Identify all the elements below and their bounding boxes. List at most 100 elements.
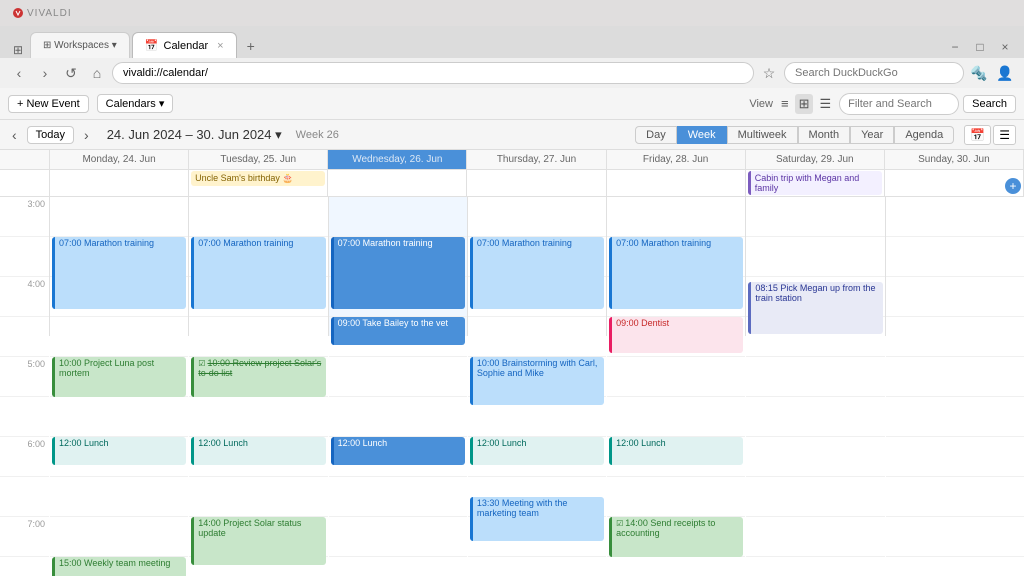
home-button[interactable]: ⌂ xyxy=(86,62,108,84)
list-icon-btn[interactable]: ☰ xyxy=(993,125,1016,145)
filter-search-input[interactable] xyxy=(839,93,959,115)
next-week-button[interactable]: › xyxy=(80,125,93,145)
allday-col-mon xyxy=(50,170,189,196)
tue-marathon-event[interactable]: 07:00 Marathon training xyxy=(191,237,325,309)
thu-marathon-event[interactable]: 07:00 Marathon training xyxy=(470,237,604,309)
browser-search-input[interactable] xyxy=(784,62,964,84)
browser-window: VIVALDI ⊞ ⊞ Workspaces ▾ 📅 Calendar × + … xyxy=(0,0,1024,576)
workspaces-label: ⊞ Workspaces ▾ xyxy=(43,40,117,51)
thu-lunch-event[interactable]: 12:00 Lunch xyxy=(470,437,604,465)
calendars-button[interactable]: Calendars ▾ xyxy=(97,94,174,113)
profile-button[interactable]: 👤 xyxy=(994,62,1016,84)
tab-icon: 📅 xyxy=(145,39,159,52)
sat-megan-event[interactable]: 08:15 Pick Megan up from the train stati… xyxy=(748,282,882,334)
day-col-wed: 07:00 Marathon training 09:00 Take Baile… xyxy=(329,197,468,336)
address-bar-row: ‹ › ↺ ⌂ ☆ 🔩 👤 xyxy=(0,58,1024,88)
calendar-nav-row: ‹ Today › 24. Jun 2024 – 30. Jun 2024 ▾ … xyxy=(0,120,1024,150)
calendar-tab[interactable]: ⊞ Workspaces ▾ xyxy=(30,32,130,58)
view-icons: ≡ ⊞ ☰ xyxy=(777,94,835,114)
allday-cols: Uncle Sam's birthday 🎂 Cabin trip with M… xyxy=(50,170,1024,196)
maximize-button[interactable]: □ xyxy=(969,36,991,58)
view-tabs: Day Week Multiweek Month Year Agenda xyxy=(635,126,954,144)
fri-marathon-event[interactable]: 07:00 Marathon training xyxy=(609,237,743,309)
week-label: Week 26 xyxy=(296,129,339,141)
week-view-tab[interactable]: Week xyxy=(677,126,727,144)
view-toggles: View ≡ ⊞ ☰ Search xyxy=(749,93,1016,115)
minimize-button[interactable]: − xyxy=(944,36,966,58)
day-header-sun: Sunday, 30. Jun xyxy=(885,150,1024,169)
back-button[interactable]: ‹ xyxy=(8,62,30,84)
year-view-tab[interactable]: Year xyxy=(850,126,894,144)
tab-title: Calendar xyxy=(164,40,209,52)
day-columns: 07:00 Marathon training 10:00 Project Lu… xyxy=(50,197,1024,336)
calendar-tab-active[interactable]: 📅 Calendar × xyxy=(132,32,237,58)
day-header-thu: Thursday, 27. Jun xyxy=(467,150,606,169)
tue-solar-event[interactable]: 14:00 Project Solar status update xyxy=(191,517,325,565)
new-event-button[interactable]: + New Event xyxy=(8,95,89,113)
view-label: View xyxy=(749,98,773,110)
birthday-event[interactable]: Uncle Sam's birthday 🎂 xyxy=(191,171,325,186)
day-col-fri: 07:00 Marathon training 09:00 Dentist 12… xyxy=(607,197,746,336)
allday-row: Uncle Sam's birthday 🎂 Cabin trip with M… xyxy=(0,170,1024,197)
bookmark-button[interactable]: ☆ xyxy=(758,62,780,84)
multiweek-view-tab[interactable]: Multiweek xyxy=(727,126,798,144)
wed-lunch-event[interactable]: 12:00 Lunch xyxy=(331,437,465,465)
reload-button[interactable]: ↺ xyxy=(60,62,82,84)
browser-top-bar: VIVALDI xyxy=(0,0,1024,26)
tue-lunch-event[interactable]: 12:00 Lunch xyxy=(191,437,325,465)
prev-week-button[interactable]: ‹ xyxy=(8,125,21,145)
grid-view-icon[interactable]: ⊞ xyxy=(795,94,814,114)
wed-vet-event[interactable]: 09:00 Take Bailey to the vet xyxy=(331,317,465,345)
calendar-grid: Monday, 24. Jun Tuesday, 25. Jun Wednesd… xyxy=(0,150,1024,576)
compact-view-icon[interactable]: ☰ xyxy=(815,94,835,114)
mon-marathon-event[interactable]: 07:00 Marathon training xyxy=(52,237,186,309)
extensions-button[interactable]: 🔩 xyxy=(968,62,990,84)
allday-col-sun: + xyxy=(885,170,1024,196)
view-tab-icons: 📅 ☰ xyxy=(964,125,1016,145)
day-col-sat: 08:15 Pick Megan up from the train stati… xyxy=(746,197,885,336)
address-input[interactable] xyxy=(112,62,754,84)
fri-receipts-event[interactable]: ☑14:00 Send receipts to accounting xyxy=(609,517,743,557)
allday-col-tue: Uncle Sam's birthday 🎂 xyxy=(189,170,328,196)
add-event-sun-button[interactable]: + xyxy=(1005,178,1021,194)
mon-weekly-event[interactable]: 15:00 Weekly team meeting xyxy=(52,557,186,576)
mon-luna-event[interactable]: 10:00 Project Luna post mortem xyxy=(52,357,186,397)
day-headers: Monday, 24. Jun Tuesday, 25. Jun Wednesd… xyxy=(0,150,1024,170)
month-view-tab[interactable]: Month xyxy=(798,126,851,144)
allday-col-fri xyxy=(607,170,746,196)
today-button[interactable]: Today xyxy=(27,126,74,144)
calendar-toolbar: + New Event Calendars ▾ View ≡ ⊞ ☰ Searc… xyxy=(0,88,1024,120)
allday-col-thu xyxy=(467,170,606,196)
day-header-fri: Friday, 28. Jun xyxy=(607,150,746,169)
agenda-view-tab[interactable]: Agenda xyxy=(894,126,954,144)
wed-marathon-event[interactable]: 07:00 Marathon training xyxy=(331,237,465,309)
new-tab-button[interactable]: + xyxy=(239,34,263,58)
tue-review-event[interactable]: ☑10:00 Review project Solar's to-do list xyxy=(191,357,325,397)
cabin-trip-event[interactable]: Cabin trip with Megan and family xyxy=(748,171,882,195)
calendar-icon-btn[interactable]: 📅 xyxy=(964,125,991,145)
sidebar-toggle-button[interactable]: ⊞ xyxy=(8,42,28,58)
allday-col-sat: Cabin trip with Megan and family xyxy=(746,170,885,196)
day-header-tue: Tuesday, 25. Jun xyxy=(189,150,328,169)
day-header-sat: Saturday, 29. Jun xyxy=(746,150,885,169)
date-range-label: 24. Jun 2024 – 30. Jun 2024 ▾ xyxy=(107,127,282,143)
day-header-wed: Wednesday, 26. Jun xyxy=(328,150,467,169)
thu-marketing-event[interactable]: 13:30 Meeting with the marketing team xyxy=(470,497,604,541)
allday-col-wed xyxy=(328,170,467,196)
vivaldi-brand: VIVALDI xyxy=(12,7,72,19)
day-col-thu: 07:00 Marathon training 10:00 Brainstorm… xyxy=(468,197,607,336)
fri-dentist-event[interactable]: 09:00 Dentist xyxy=(609,317,743,353)
day-view-tab[interactable]: Day xyxy=(635,126,677,144)
forward-button[interactable]: › xyxy=(34,62,56,84)
tab-close-icon[interactable]: × xyxy=(217,40,223,52)
search-button[interactable]: Search xyxy=(963,95,1016,113)
thu-brainstorm-event[interactable]: 10:00 Brainstorming with Carl, Sophie an… xyxy=(470,357,604,405)
tab-bar: ⊞ ⊞ Workspaces ▾ 📅 Calendar × + − □ × xyxy=(0,26,1024,58)
list-view-icon[interactable]: ≡ xyxy=(777,94,793,114)
mon-lunch-event[interactable]: 12:00 Lunch xyxy=(52,437,186,465)
day-col-tue: 07:00 Marathon training ☑10:00 Review pr… xyxy=(189,197,328,336)
fri-lunch-event[interactable]: 12:00 Lunch xyxy=(609,437,743,465)
day-col-mon: 07:00 Marathon training 10:00 Project Lu… xyxy=(50,197,189,336)
allday-gutter xyxy=(0,170,50,196)
close-button[interactable]: × xyxy=(994,36,1016,58)
